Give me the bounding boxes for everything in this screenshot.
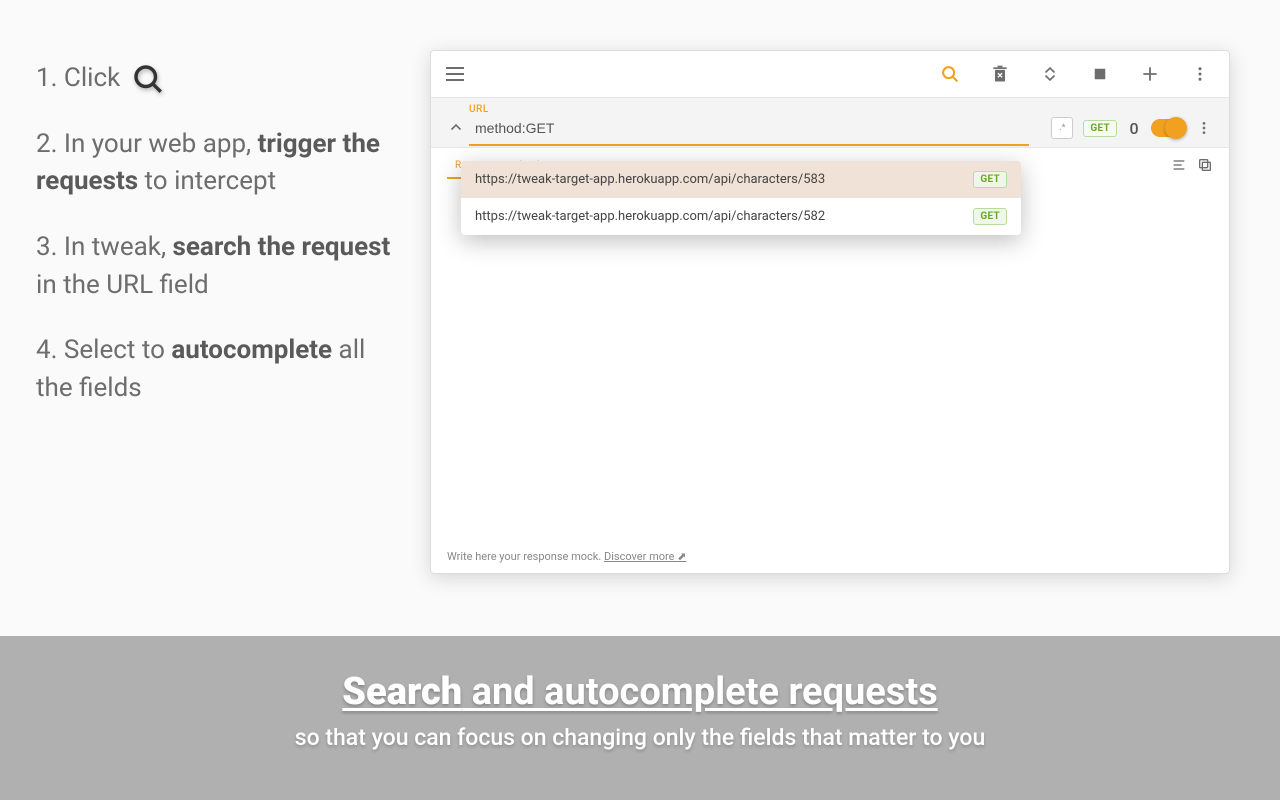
step-4: 4. Select to autocomplete all the fields [36,332,400,407]
collapse-row-icon[interactable] [447,119,465,137]
autocomplete-dropdown: https://tweak-target-app.herokuapp.com/a… [461,161,1021,235]
delete-icon[interactable] [989,63,1011,85]
autocomplete-url: https://tweak-target-app.herokuapp.com/a… [475,172,825,187]
hit-count: 0 [1127,119,1141,138]
autocomplete-item[interactable]: https://tweak-target-app.herokuapp.com/a… [461,198,1021,235]
step-2: 2. In your web app, trigger the requests… [36,126,400,201]
editor-footer: Write here your response mock. Discover … [431,546,1229,573]
add-icon[interactable] [1139,63,1161,85]
enable-toggle[interactable] [1151,119,1185,137]
autocomplete-url: https://tweak-target-app.herokuapp.com/a… [475,209,825,224]
instructions-column: 1. Click 2. In your web app, trigger the… [0,0,430,636]
promo-banner: Search and autocomplete requests so that… [0,636,1280,800]
step-1: 1. Click [36,60,400,98]
stop-icon[interactable] [1089,63,1111,85]
url-section: URL .* GET 0 [431,98,1229,148]
step-1-text: 1. Click [36,60,120,98]
banner-subtitle: so that you can focus on changing only t… [0,724,1280,751]
banner-title: Search and autocomplete requests [0,670,1280,714]
more-icon[interactable] [1189,63,1211,85]
search-icon[interactable] [939,63,961,85]
regex-toggle-button[interactable]: .* [1051,117,1073,139]
toolbar [431,51,1229,98]
autocomplete-item[interactable]: https://tweak-target-app.herokuapp.com/a… [461,161,1021,198]
discover-more-link[interactable]: Discover more ⬈ [604,550,686,563]
search-icon [130,61,166,97]
url-input[interactable] [475,120,1041,136]
collapse-icon[interactable] [1039,63,1061,85]
copy-icon[interactable] [1197,157,1213,177]
step-3: 3. In tweak, search the request in the U… [36,229,400,304]
format-icon[interactable] [1171,157,1187,177]
row-more-icon[interactable] [1195,120,1213,136]
method-badge[interactable]: GET [1083,120,1117,137]
menu-icon[interactable] [443,62,467,86]
method-badge: GET [973,208,1007,225]
app-panel: URL .* GET 0 https://tweak-t [430,50,1230,574]
method-badge: GET [973,171,1007,188]
url-label: URL [469,104,1213,115]
